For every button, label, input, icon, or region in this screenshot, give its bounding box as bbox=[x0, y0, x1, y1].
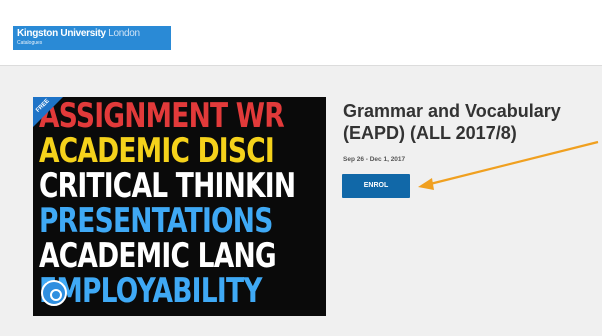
annotation-arrow-icon bbox=[418, 140, 599, 190]
